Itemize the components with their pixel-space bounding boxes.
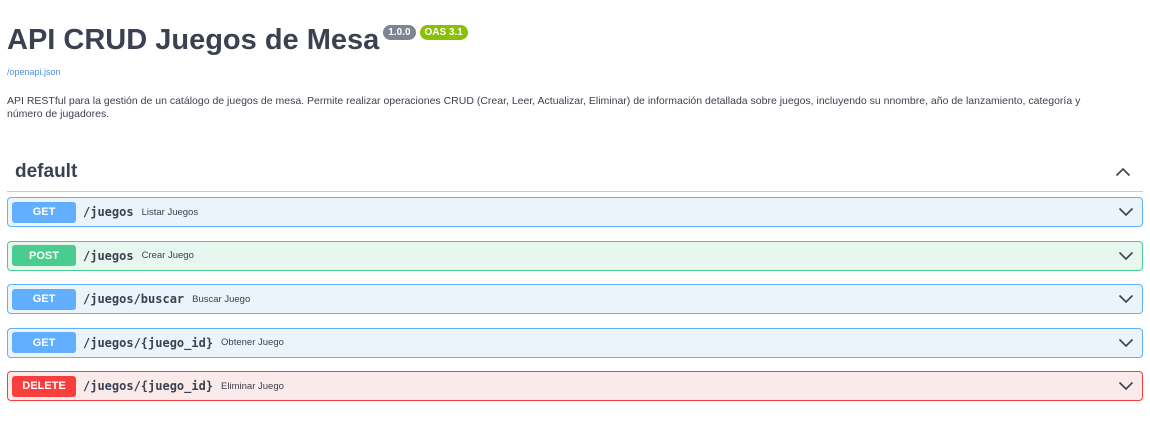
api-description: API RESTful para la gestión de un catálo… xyxy=(7,95,1081,120)
api-title: API CRUD Juegos de Mesa xyxy=(7,24,380,56)
chevron-up-icon[interactable] xyxy=(1103,157,1143,187)
chevron-down-icon[interactable] xyxy=(1116,335,1136,351)
operation-summary: Obtener Juego xyxy=(221,337,284,348)
chevron-down-icon[interactable] xyxy=(1116,378,1136,394)
chevron-down-icon[interactable] xyxy=(1116,291,1136,307)
operation-path: /juegos/buscar xyxy=(83,292,185,306)
operation-get-juegos-buscar[interactable]: GET /juegos/buscar Buscar Juego xyxy=(7,284,1143,314)
operations-list: GET /juegos Listar Juegos POST /juegos C… xyxy=(7,197,1143,401)
tag-name[interactable]: default xyxy=(15,161,77,183)
method-badge: GET xyxy=(12,288,76,310)
operation-summary: Buscar Juego xyxy=(192,293,251,305)
chevron-down-icon[interactable] xyxy=(1116,248,1136,264)
operation-path: /juegos xyxy=(83,205,134,219)
operation-path: /juegos/{juego_id} xyxy=(83,335,214,350)
operation-summary: Crear Juego xyxy=(141,250,194,261)
operation-get-juego-by-id[interactable]: GET /juegos/{juego_id} Obtener Juego xyxy=(7,327,1143,358)
operation-delete-juego[interactable]: DELETE /juegos/{juego_id} Eliminar Juego xyxy=(7,371,1143,401)
operation-path: /juegos/{juego_id} xyxy=(83,379,214,393)
version-badge: 1.0.0 xyxy=(383,25,416,40)
operation-path: /juegos xyxy=(83,248,134,263)
operation-summary: Eliminar Juego xyxy=(221,380,284,392)
method-badge: DELETE xyxy=(12,375,76,397)
tag-section-default: default GET /juegos Listar Juegos POST /… xyxy=(7,153,1143,415)
method-badge: POST xyxy=(12,245,76,266)
method-badge: GET xyxy=(12,201,76,223)
operation-post-juegos[interactable]: POST /juegos Crear Juego xyxy=(7,240,1143,271)
operation-summary: Listar Juegos xyxy=(141,206,199,218)
operation-get-juegos[interactable]: GET /juegos Listar Juegos xyxy=(7,197,1143,227)
method-badge: GET xyxy=(12,332,76,353)
openapi-json-link[interactable]: /openapi.json xyxy=(7,67,61,77)
title-row: API CRUD Juegos de Mesa 1.0.0 OAS 3.1 xyxy=(7,18,1143,62)
chevron-down-icon[interactable] xyxy=(1116,204,1136,220)
api-info: API CRUD Juegos de Mesa 1.0.0 OAS 3.1 /o… xyxy=(7,18,1143,120)
tag-header[interactable]: default xyxy=(7,153,1143,192)
oas-badge: OAS 3.1 xyxy=(419,25,468,40)
